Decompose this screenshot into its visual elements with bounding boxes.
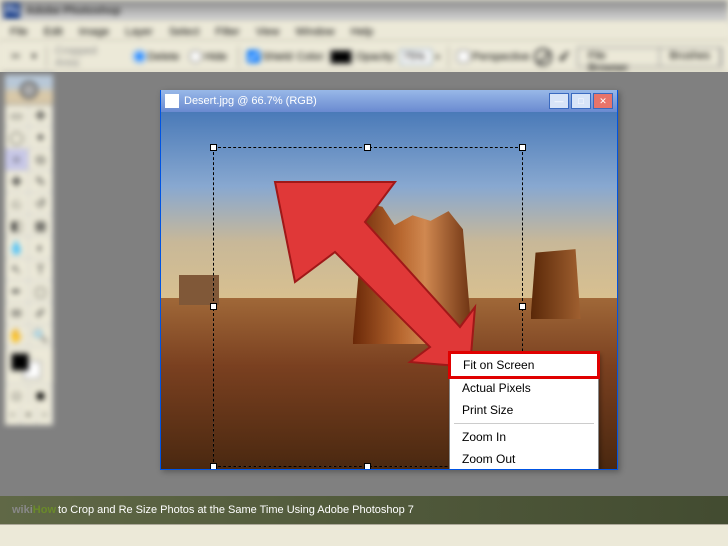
- menu-item-zoom-in[interactable]: Zoom In: [450, 426, 598, 448]
- menu-edit[interactable]: Edit: [36, 24, 71, 40]
- separator: [238, 46, 239, 68]
- menu-layer[interactable]: Layer: [117, 24, 161, 40]
- heal-tool-icon[interactable]: ✚: [5, 171, 29, 193]
- radio-delete[interactable]: Delete: [133, 50, 180, 63]
- cropped-area-label: Cropped Area:: [55, 45, 126, 69]
- navigator-thumb[interactable]: [5, 75, 53, 105]
- crop-tool-icon[interactable]: ⌗: [5, 149, 29, 171]
- menu-item-print-size[interactable]: Print Size: [450, 399, 598, 421]
- pen-tool-icon[interactable]: ✒: [5, 281, 29, 303]
- menu-item-zoom-out[interactable]: Zoom Out: [450, 448, 598, 469]
- menu-item-actual-pixels[interactable]: Actual Pixels: [450, 377, 598, 399]
- eraser-tool-icon[interactable]: ◧: [5, 215, 29, 237]
- maximize-button[interactable]: □: [571, 93, 591, 109]
- zoom-tool-icon[interactable]: 🔍: [29, 325, 53, 347]
- wikihow-logo: wikiHow: [12, 504, 56, 516]
- slice-tool-icon[interactable]: ⧉: [29, 149, 53, 171]
- history-brush-icon[interactable]: ↺: [29, 193, 53, 215]
- stamp-tool-icon[interactable]: ⎌: [5, 193, 29, 215]
- menu-help[interactable]: Help: [343, 24, 382, 40]
- quick-mask-toggle[interactable]: ◻◼: [5, 385, 53, 405]
- close-button[interactable]: ✕: [593, 93, 613, 109]
- menu-filter[interactable]: Filter: [207, 24, 247, 40]
- canvas[interactable]: Fit on Screen Actual Pixels Print Size Z…: [161, 112, 617, 469]
- separator: [448, 46, 449, 68]
- cancel-icon[interactable]: [534, 48, 552, 66]
- app-title: Adobe Photoshop: [26, 5, 121, 17]
- marquee-tool-icon[interactable]: ▭: [5, 105, 29, 127]
- menu-image[interactable]: Image: [71, 24, 118, 40]
- workspace: ▭ ✥ ◯ ✦ ⌗ ⧉ ✚ ✎ ⎌ ↺ ◧ ▦ 💧 ◐ ↖ T ✒ ▢ ✉ ✐ …: [0, 72, 728, 546]
- radio-hide[interactable]: Hide: [189, 50, 227, 63]
- crop-handle[interactable]: [519, 303, 526, 310]
- gradient-tool-icon[interactable]: ▦: [29, 215, 53, 237]
- app-titlebar: Ps Adobe Photoshop: [0, 0, 728, 22]
- menu-bar: File Edit Image Layer Select Filter View…: [0, 22, 728, 42]
- crop-handle[interactable]: [364, 144, 371, 151]
- caption-text: to Crop and Re Size Photos at the Same T…: [58, 504, 414, 516]
- menu-window[interactable]: Window: [288, 24, 343, 40]
- crop-tool-icon[interactable]: ✂: [6, 47, 26, 67]
- dodge-tool-icon[interactable]: ◐: [29, 237, 53, 259]
- menu-view[interactable]: View: [248, 24, 288, 40]
- document-window: Desert.jpg @ 66.7% (RGB) — □ ✕: [160, 90, 618, 470]
- menu-separator: [454, 423, 594, 424]
- crop-handle[interactable]: [519, 144, 526, 151]
- context-menu: Fit on Screen Actual Pixels Print Size Z…: [449, 352, 599, 469]
- hand-tool-icon[interactable]: ✋: [5, 325, 29, 347]
- menu-item-fit-on-screen[interactable]: Fit on Screen: [448, 351, 600, 379]
- app-logo-icon: Ps: [4, 3, 20, 19]
- caption-bar: wikiHow to Crop and Re Size Photos at th…: [0, 496, 728, 524]
- shape-tool-icon[interactable]: ▢: [29, 281, 53, 303]
- palette-tabs: File Browser Brushes: [577, 47, 722, 67]
- drop-arrow-icon[interactable]: ▸: [436, 52, 440, 61]
- wand-tool-icon[interactable]: ✦: [29, 127, 53, 149]
- minimize-button[interactable]: —: [549, 93, 569, 109]
- color-picker[interactable]: [5, 347, 53, 385]
- crop-handle[interactable]: [210, 303, 217, 310]
- notes-tool-icon[interactable]: ✉: [5, 303, 29, 325]
- menu-file[interactable]: File: [2, 24, 36, 40]
- crop-handle[interactable]: [210, 144, 217, 151]
- menu-select[interactable]: Select: [161, 24, 208, 40]
- lasso-tool-icon[interactable]: ◯: [5, 127, 29, 149]
- tab-file-browser[interactable]: File Browser: [578, 48, 660, 66]
- type-tool-icon[interactable]: T: [29, 259, 53, 281]
- status-bar: [0, 524, 728, 546]
- perspective-checkbox[interactable]: Perspective: [457, 50, 529, 63]
- foreground-swatch[interactable]: [11, 353, 29, 371]
- toolbox: ▭ ✥ ◯ ✦ ⌗ ⧉ ✚ ✎ ⎌ ↺ ◧ ▦ 💧 ◐ ↖ T ✒ ▢ ✉ ✐ …: [4, 74, 54, 426]
- path-tool-icon[interactable]: ↖: [5, 259, 29, 281]
- document-title: Desert.jpg @ 66.7% (RGB): [184, 95, 317, 107]
- options-bar: ✂ ▼ Cropped Area: Delete Hide Shield Col…: [0, 42, 728, 72]
- color-label: Color:: [297, 51, 326, 63]
- blur-tool-icon[interactable]: 💧: [5, 237, 29, 259]
- brush-tool-icon[interactable]: ✎: [29, 171, 53, 193]
- document-titlebar[interactable]: Desert.jpg @ 66.7% (RGB) — □ ✕: [161, 90, 617, 112]
- screen-mode-toggle[interactable]: ▫▪▫: [5, 405, 53, 425]
- tab-brushes[interactable]: Brushes: [660, 48, 721, 66]
- move-tool-icon[interactable]: ✥: [29, 105, 53, 127]
- drop-arrow-icon[interactable]: ▼: [30, 52, 38, 61]
- eyedropper-tool-icon[interactable]: ✐: [29, 303, 53, 325]
- crop-handle[interactable]: [210, 463, 217, 469]
- separator: [46, 46, 47, 68]
- shield-checkbox[interactable]: Shield: [247, 50, 293, 63]
- opacity-label: Opacity:: [356, 51, 396, 63]
- color-swatch[interactable]: [330, 50, 352, 64]
- commit-icon[interactable]: ✓: [558, 47, 571, 67]
- document-icon: [165, 94, 179, 108]
- crop-handle[interactable]: [364, 463, 371, 469]
- opacity-input[interactable]: [400, 49, 432, 65]
